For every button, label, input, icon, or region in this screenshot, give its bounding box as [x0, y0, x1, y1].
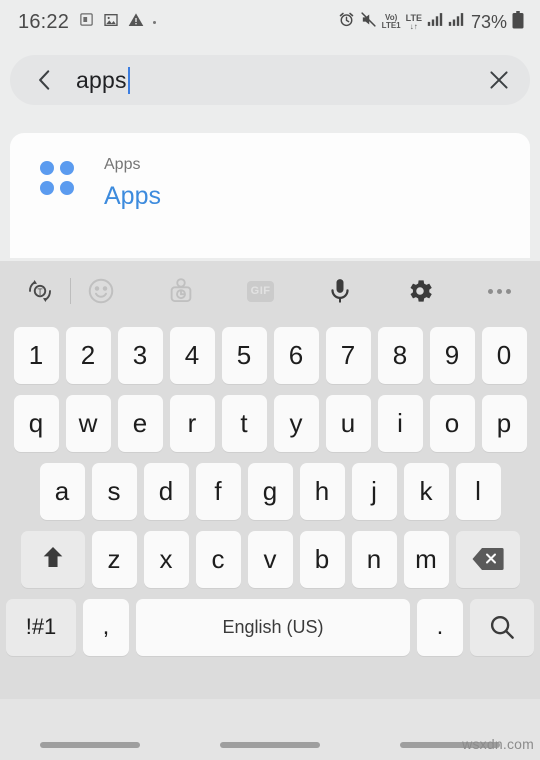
- keyboard-row-qwerty: q w e r t y u i o p: [6, 389, 534, 457]
- gif-icon[interactable]: GIF: [239, 269, 283, 313]
- search-input-value: apps: [76, 66, 127, 93]
- key-p[interactable]: p: [481, 394, 527, 452]
- result-text-group: Apps Apps: [104, 155, 161, 211]
- key-u[interactable]: u: [325, 394, 371, 452]
- key-d[interactable]: d: [143, 462, 189, 520]
- key-f[interactable]: f: [195, 462, 241, 520]
- search-result-card[interactable]: Apps Apps: [10, 133, 530, 258]
- dot-icon: [153, 20, 157, 24]
- comma-key[interactable]: ,: [83, 598, 129, 656]
- recents-pill[interactable]: [40, 742, 140, 748]
- key-0[interactable]: 0: [481, 326, 527, 384]
- key-r[interactable]: r: [169, 394, 215, 452]
- key-7[interactable]: 7: [325, 326, 371, 384]
- keyboard-row-asdf: a s d f g h j k l: [6, 457, 534, 525]
- status-bar: 16:22 Vo) LTE1 LTE ↓↑ 73%: [0, 0, 540, 44]
- key-x[interactable]: x: [143, 530, 189, 588]
- sim-card-icon: [79, 12, 94, 32]
- search-icon: [490, 615, 514, 639]
- keyboard-row-zxcv: z x c v b n m: [6, 525, 534, 593]
- key-j[interactable]: j: [351, 462, 397, 520]
- svg-text:T: T: [37, 287, 43, 297]
- back-chevron-icon[interactable]: [32, 67, 58, 93]
- key-2[interactable]: 2: [65, 326, 111, 384]
- symbols-key[interactable]: !#1: [6, 598, 76, 656]
- shift-key[interactable]: [20, 530, 85, 588]
- image-icon: [103, 12, 119, 33]
- key-b[interactable]: b: [299, 530, 345, 588]
- backspace-icon: [472, 548, 504, 570]
- toolbar-divider: [70, 278, 71, 304]
- signal-bars-icon: [427, 12, 443, 32]
- key-t[interactable]: t: [221, 394, 267, 452]
- key-h[interactable]: h: [299, 462, 345, 520]
- backspace-key[interactable]: [455, 530, 520, 588]
- keyboard-row-bottom: !#1 , English (US) .: [6, 593, 534, 661]
- key-y[interactable]: y: [273, 394, 319, 452]
- key-c[interactable]: c: [195, 530, 241, 588]
- key-9[interactable]: 9: [429, 326, 475, 384]
- key-6[interactable]: 6: [273, 326, 319, 384]
- volte-icon: Vo) LTE1: [382, 14, 401, 30]
- search-key[interactable]: [470, 598, 534, 656]
- key-z[interactable]: z: [91, 530, 137, 588]
- status-bar-left-icons: [79, 12, 157, 33]
- key-l[interactable]: l: [455, 462, 501, 520]
- battery-percent-label: 73%: [470, 11, 507, 32]
- emoji-icon[interactable]: [79, 269, 123, 313]
- lte-icon: LTE ↓↑: [406, 13, 422, 31]
- app-grid-icon: [40, 161, 74, 195]
- key-g[interactable]: g: [247, 462, 293, 520]
- keyboard-toolbar: T GIF: [0, 261, 540, 321]
- key-w[interactable]: w: [65, 394, 111, 452]
- gif-label: GIF: [247, 280, 275, 302]
- key-4[interactable]: 4: [169, 326, 215, 384]
- more-options-icon[interactable]: [478, 269, 522, 313]
- status-bar-clock: 16:22: [18, 10, 70, 33]
- period-key[interactable]: .: [417, 598, 463, 656]
- key-v[interactable]: v: [247, 530, 293, 588]
- status-bar-right-icons: Vo) LTE1 LTE ↓↑ 73%: [338, 10, 524, 34]
- search-bar[interactable]: apps: [10, 55, 530, 105]
- key-i[interactable]: i: [377, 394, 423, 452]
- key-s[interactable]: s: [91, 462, 137, 520]
- key-8[interactable]: 8: [377, 326, 423, 384]
- key-q[interactable]: q: [13, 394, 59, 452]
- text-caret: [127, 66, 130, 94]
- watermark-label: wsxdn.com: [462, 736, 534, 752]
- volte-bottom-label: LTE1: [381, 21, 401, 30]
- key-1[interactable]: 1: [13, 326, 59, 384]
- result-category-label: Apps: [104, 156, 141, 173]
- result-title-label: Apps: [104, 182, 161, 211]
- keyboard-rows: 1 2 3 4 5 6 7 8 9 0 q w e r t y u i o p …: [0, 321, 540, 661]
- list-item[interactable]: Apps Apps: [10, 133, 530, 211]
- lte-arrows-label: ↓↑: [409, 21, 418, 31]
- signal-bars-2-icon: [448, 12, 464, 32]
- key-n[interactable]: n: [351, 530, 397, 588]
- key-5[interactable]: 5: [221, 326, 267, 384]
- space-key[interactable]: English (US): [136, 598, 410, 656]
- close-x-icon[interactable]: [486, 67, 512, 93]
- battery-icon: [512, 10, 524, 34]
- key-e[interactable]: e: [117, 394, 163, 452]
- text-rotate-icon[interactable]: T: [18, 269, 62, 313]
- alarm-icon: [338, 11, 355, 33]
- microphone-icon[interactable]: [318, 269, 362, 313]
- key-o[interactable]: o: [429, 394, 475, 452]
- phone-screen: 16:22 Vo) LTE1 LTE ↓↑ 73% apps Apps Apps…: [0, 0, 540, 760]
- home-pill[interactable]: [220, 742, 320, 748]
- key-3[interactable]: 3: [117, 326, 163, 384]
- settings-gear-icon[interactable]: [398, 269, 442, 313]
- warning-triangle-icon: [128, 12, 144, 33]
- key-k[interactable]: k: [403, 462, 449, 520]
- keyboard-row-numbers: 1 2 3 4 5 6 7 8 9 0: [6, 321, 534, 389]
- mute-icon: [360, 11, 377, 33]
- key-m[interactable]: m: [403, 530, 449, 588]
- shift-arrow-icon: [43, 547, 62, 567]
- key-a[interactable]: a: [39, 462, 85, 520]
- ar-emoji-sticker-icon[interactable]: [159, 269, 203, 313]
- navigation-bar: wsxdn.com: [0, 699, 540, 760]
- keyboard: T GIF 1 2 3 4 5 6 7 8 9 0 q w e r t y u …: [0, 261, 540, 699]
- search-input[interactable]: apps: [76, 55, 486, 105]
